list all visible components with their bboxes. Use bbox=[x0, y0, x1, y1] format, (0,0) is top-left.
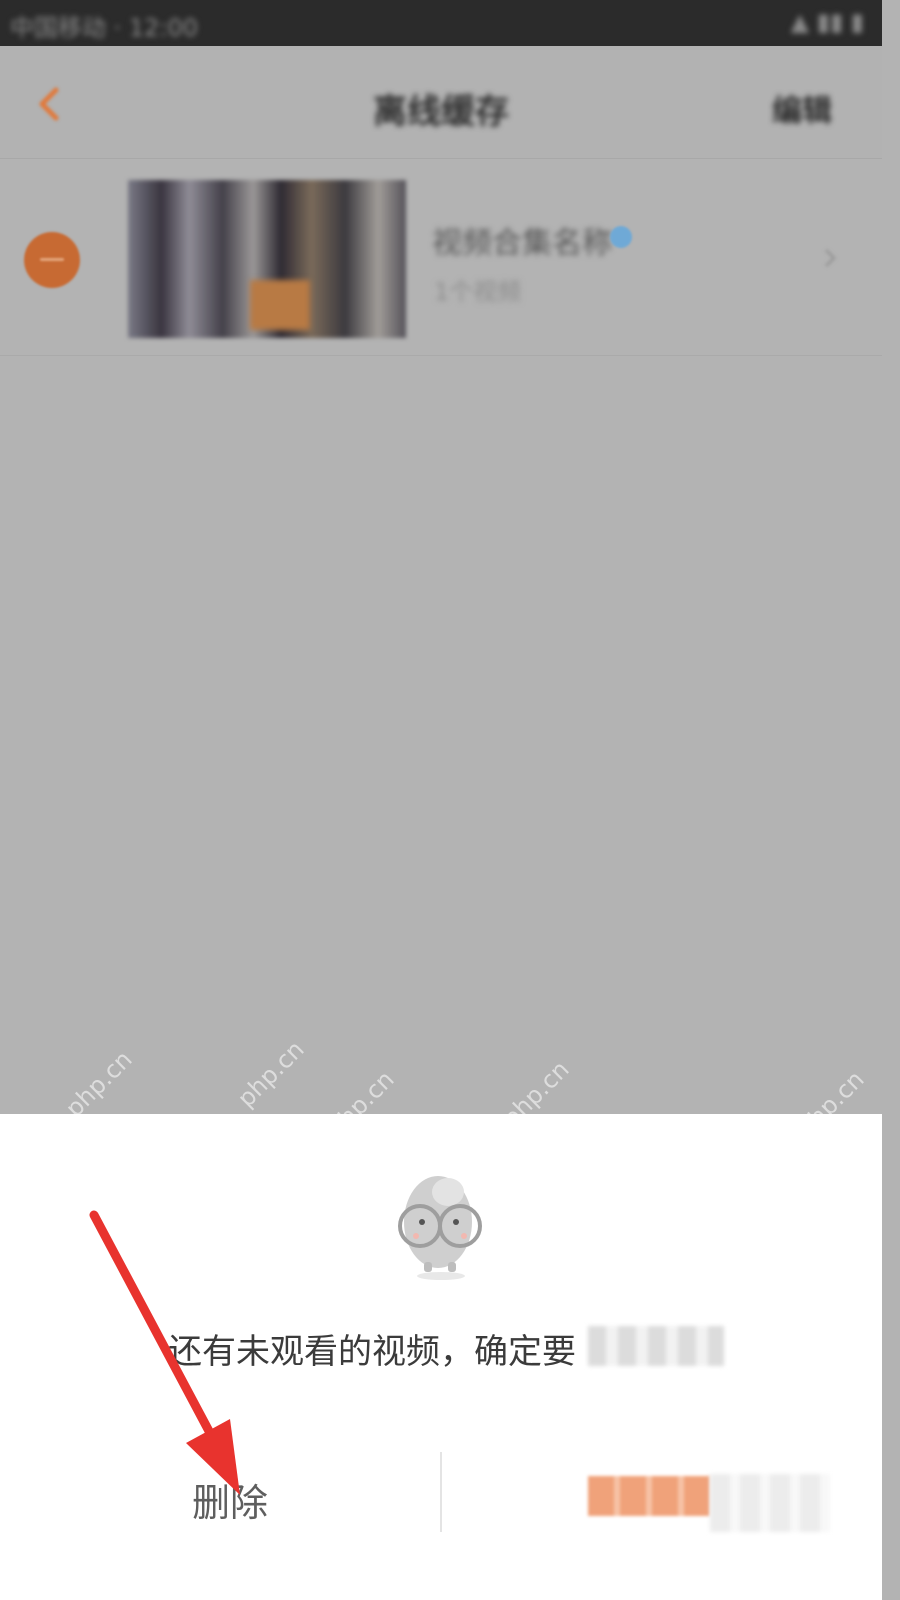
cancel-button[interactable] bbox=[442, 1434, 882, 1554]
dialog-message: 还有未观看的视频，确定要 bbox=[168, 1332, 576, 1372]
delete-button-label: 删除 bbox=[192, 1481, 269, 1525]
chevron-right-icon bbox=[824, 248, 837, 268]
video-title: 视频合集名称 bbox=[432, 226, 612, 261]
status-carrier-time: 中国移动 · 12:00 bbox=[10, 14, 199, 42]
status-icons: ▲ ▮▮ ▮ bbox=[790, 8, 864, 36]
page-title: 离线缓存 bbox=[373, 92, 509, 132]
selected-check-icon[interactable] bbox=[24, 232, 80, 288]
blurred-text bbox=[588, 1326, 724, 1366]
watermark: php.cn bbox=[232, 1035, 310, 1113]
mascot-illustration-icon bbox=[398, 1176, 482, 1280]
watermark: php.cn bbox=[60, 1045, 138, 1123]
delete-confirm-dialog: 还有未观看的视频，确定要 删除 bbox=[0, 1114, 882, 1600]
delete-button[interactable]: 删除 bbox=[0, 1434, 440, 1554]
nav-bar: 离线缓存 编辑 bbox=[0, 46, 882, 159]
cache-list-item[interactable]: 视频合集名称 1个视频 bbox=[0, 170, 882, 356]
verified-badge-icon bbox=[610, 226, 632, 248]
edit-button[interactable]: 编辑 bbox=[772, 86, 832, 130]
pixelated-label bbox=[588, 1476, 710, 1516]
video-count: 1个视频 bbox=[434, 278, 522, 306]
status-bar: 中国移动 · 12:00 ▲ ▮▮ ▮ bbox=[0, 0, 882, 46]
